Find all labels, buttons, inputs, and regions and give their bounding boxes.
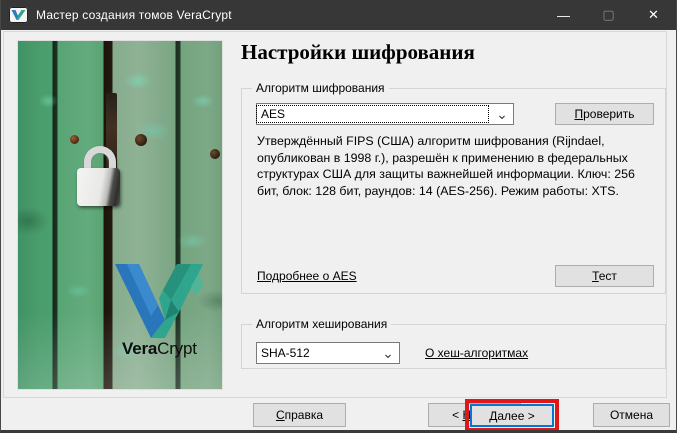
help-button[interactable]: Справка: [253, 403, 346, 427]
screw-decoration: [210, 149, 220, 159]
chevron-down-icon: ⌄: [491, 105, 513, 123]
next-button-label: алее >: [497, 409, 534, 423]
hash-info-link[interactable]: О хеш-алгоритмах: [425, 346, 528, 360]
veracrypt-wizard-window: Мастер создания томов VeraCrypt — ▢ ✕ Ve…: [0, 0, 677, 433]
test-button-label: ест: [599, 269, 617, 283]
close-icon[interactable]: ✕: [631, 0, 676, 30]
chevron-down-icon: ⌄: [377, 344, 399, 362]
minimize-icon[interactable]: —: [541, 0, 586, 30]
window-title: Мастер создания томов VeraCrypt: [36, 8, 232, 22]
encryption-algorithm-select[interactable]: AES ⌄: [256, 103, 514, 125]
test-button[interactable]: Тест: [555, 265, 654, 287]
encryption-algorithm-value: AES: [257, 107, 491, 121]
benchmark-button-mnemonic: П: [574, 107, 583, 121]
encryption-algorithm-group: Алгоритм шифрования AES ⌄ Проверить Утве…: [241, 88, 666, 294]
caption-buttons: — ▢ ✕: [541, 0, 676, 30]
hash-algorithm-value: SHA-512: [257, 346, 377, 360]
encryption-group-label: Алгоритм шифрования: [252, 81, 389, 95]
test-button-mnemonic: Т: [592, 269, 599, 283]
help-button-mnemonic: С: [276, 408, 285, 422]
back-button-prefix: <: [452, 408, 462, 422]
help-button-label: правка: [285, 408, 323, 422]
hash-group-label: Алгоритм хеширования: [252, 317, 391, 331]
benchmark-button[interactable]: Проверить: [555, 103, 654, 125]
wordmark-regular: Crypt: [157, 339, 197, 358]
screw-decoration: [135, 134, 147, 146]
hash-algorithm-select[interactable]: SHA-512 ⌄: [256, 342, 400, 364]
veracrypt-wordmark: VeraCrypt: [122, 339, 197, 359]
next-button[interactable]: Далее >: [470, 404, 554, 427]
veracrypt-v-logo: [113, 264, 205, 338]
more-about-aes-link[interactable]: Подробнее о AES: [257, 269, 357, 283]
screw-decoration: [70, 135, 79, 144]
veracrypt-door-photo: VeraCrypt: [17, 40, 223, 390]
hash-algorithm-group: Алгоритм хеширования SHA-512 ⌄ О хеш-алг…: [241, 324, 666, 369]
veracrypt-app-icon: [9, 7, 28, 23]
padlock-icon: [77, 168, 120, 206]
titlebar: Мастер создания томов VeraCrypt — ▢ ✕: [1, 0, 676, 30]
cancel-button[interactable]: Отмена: [593, 403, 670, 427]
algorithm-description: Утверждённый FIPS (США) алгоритм шифрова…: [257, 133, 660, 199]
page-title: Настройки шифрования: [241, 40, 475, 65]
wordmark-bold: Vera: [122, 339, 157, 358]
benchmark-button-label: роверить: [583, 107, 634, 121]
maximize-icon: ▢: [586, 0, 631, 30]
